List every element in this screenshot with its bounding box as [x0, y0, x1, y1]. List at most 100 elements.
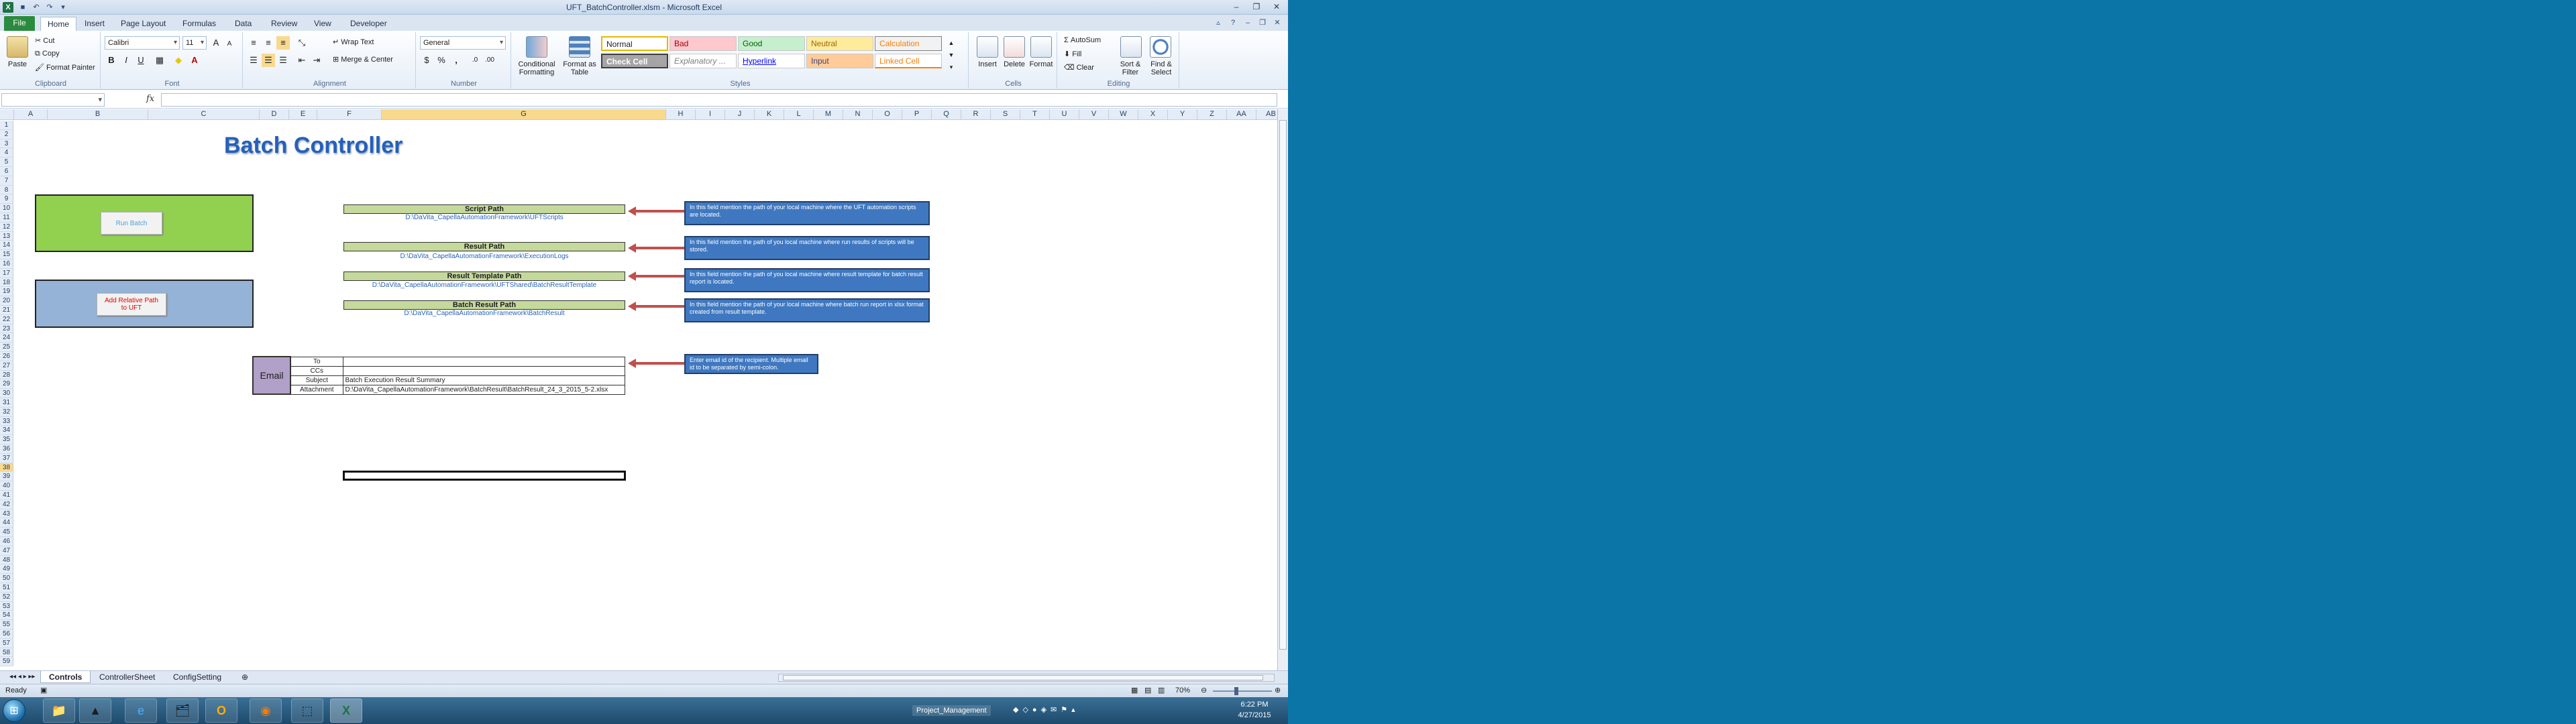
align-top-icon[interactable]: ≡	[247, 36, 260, 50]
excel-taskbar-icon[interactable]: X	[330, 699, 362, 723]
style-calculation[interactable]: Calculation	[875, 36, 942, 51]
tab-data[interactable]: Data	[228, 17, 258, 31]
row-header[interactable]: 42	[0, 499, 13, 509]
row-header[interactable]: 48	[0, 555, 13, 565]
column-header-w[interactable]: W	[1109, 109, 1138, 120]
row-header[interactable]: 50	[0, 574, 13, 583]
vertical-scroll-thumb[interactable]	[1279, 120, 1287, 650]
row-header[interactable]: 53	[0, 601, 13, 611]
email-subject-value[interactable]: Batch Execution Result Summary	[342, 375, 625, 385]
workbook-minimize-icon[interactable]: –	[1242, 17, 1253, 28]
conditional-formatting-icon[interactable]	[526, 36, 547, 58]
row-header[interactable]: 37	[0, 453, 13, 463]
macro-record-icon[interactable]: ▣	[40, 684, 47, 697]
row-header[interactable]: 35	[0, 435, 13, 444]
row-header[interactable]: 51	[0, 583, 13, 593]
paste-icon[interactable]	[7, 36, 28, 58]
format-as-table-button[interactable]: Format as Table	[559, 60, 600, 76]
folder-taskbar-icon[interactable]: 🗂	[166, 699, 199, 723]
close-icon[interactable]: ✕	[1269, 1, 1284, 12]
find-select-button[interactable]: Find & Select	[1146, 60, 1177, 76]
row-header[interactable]: 8	[0, 185, 13, 195]
copy-button[interactable]: ⧉ Copy	[35, 50, 60, 58]
tab-view[interactable]: View	[307, 17, 338, 31]
row-header[interactable]: 2	[0, 129, 13, 139]
row-header[interactable]: 3	[0, 139, 13, 149]
tab-page-layout[interactable]: Page Layout	[114, 17, 172, 31]
uft-taskbar-icon[interactable]: ⬚	[291, 699, 323, 723]
align-right-icon[interactable]: ☰	[276, 54, 290, 67]
row-header[interactable]: 33	[0, 416, 13, 426]
firefox-taskbar-icon[interactable]: ◉	[250, 699, 282, 723]
row-header[interactable]: 10	[0, 204, 13, 213]
style-linked-cell[interactable]: Linked Cell	[875, 54, 942, 68]
normal-view-icon[interactable]: ▦	[1131, 684, 1138, 697]
batch-result-path-value[interactable]: D:\DaVita_CapellaAutomationFramework\Bat…	[343, 310, 625, 318]
sheet-tab-controls[interactable]: Controls	[40, 671, 91, 683]
number-format-select[interactable]: General	[420, 36, 506, 50]
delete-cells-icon[interactable]	[1004, 36, 1025, 58]
row-header[interactable]: 34	[0, 426, 13, 436]
paste-button[interactable]: Paste	[5, 60, 30, 68]
row-header[interactable]: 28	[0, 370, 13, 380]
column-header-q[interactable]: Q	[932, 109, 961, 120]
decrease-decimal-icon[interactable]: .00	[483, 54, 496, 67]
merge-center-button[interactable]: ⊞ Merge & Center	[333, 55, 393, 64]
sheet-tab-controllersheet[interactable]: ControllerSheet	[91, 671, 163, 683]
font-color-icon[interactable]: A	[188, 54, 201, 67]
start-button-icon[interactable]: ⊞	[3, 699, 25, 722]
format-cells-button[interactable]: Format	[1028, 60, 1055, 68]
row-header[interactable]: 20	[0, 296, 13, 306]
zoom-out-icon[interactable]: ⊖	[1201, 684, 1207, 697]
style-bad[interactable]: Bad	[669, 36, 737, 51]
column-header-t[interactable]: T	[1020, 109, 1050, 120]
column-header-aa[interactable]: AA	[1227, 109, 1256, 120]
styles-scroll-down-icon[interactable]: ▼	[945, 48, 958, 62]
orientation-icon[interactable]: ⤡	[295, 36, 309, 50]
style-input[interactable]: Input	[806, 54, 873, 68]
zoom-level[interactable]: 70%	[1175, 684, 1190, 697]
tab-formulas[interactable]: Formulas	[176, 17, 223, 31]
tab-developer[interactable]: Developer	[343, 17, 394, 31]
row-header[interactable]: 39	[0, 472, 13, 482]
email-attachment-value[interactable]: D:\DaVita_CapellaAutomationFramework\Bat…	[342, 384, 625, 395]
borders-icon[interactable]: ▦	[153, 54, 166, 67]
style-neutral[interactable]: Neutral	[806, 36, 873, 51]
tab-file[interactable]: File	[4, 16, 35, 31]
style-normal[interactable]: Normal	[601, 36, 668, 51]
column-header-z[interactable]: Z	[1197, 109, 1227, 120]
drive-taskbar-icon[interactable]: ▲	[79, 699, 111, 723]
row-header[interactable]: 46	[0, 537, 13, 546]
column-header-i[interactable]: I	[696, 109, 725, 120]
row-header[interactable]: 38	[0, 463, 13, 473]
column-header-g[interactable]: G	[382, 109, 666, 120]
column-header-b[interactable]: B	[48, 109, 148, 120]
select-all-corner[interactable]	[0, 109, 14, 120]
tray-icons[interactable]: ◆◇●◈✉⚑▴	[1013, 705, 1079, 714]
column-header-s[interactable]: S	[991, 109, 1020, 120]
email-to-value[interactable]	[342, 356, 625, 367]
page-break-view-icon[interactable]: ▥	[1158, 684, 1165, 697]
style-hyperlink[interactable]: Hyperlink	[738, 54, 805, 68]
column-header-k[interactable]: K	[755, 109, 784, 120]
row-header[interactable]: 1	[0, 121, 13, 130]
sort-filter-button[interactable]: Sort & Filter	[1115, 60, 1146, 76]
clear-button[interactable]: ⌫ Clear	[1064, 63, 1094, 72]
selected-cell-range[interactable]	[343, 471, 626, 481]
increase-indent-icon[interactable]: ⇥	[310, 54, 323, 67]
row-header[interactable]: 44	[0, 518, 13, 528]
row-header[interactable]: 14	[0, 241, 13, 251]
comma-button[interactable]: ,	[449, 54, 463, 67]
row-header[interactable]: 47	[0, 546, 13, 556]
workbook-close-icon[interactable]: ✕	[1272, 17, 1283, 28]
insert-sheet-icon[interactable]: ⊕	[233, 671, 256, 683]
conditional-formatting-button[interactable]: Conditional Formatting	[514, 60, 559, 76]
workbook-restore-icon[interactable]: ❐	[1257, 17, 1268, 28]
column-header-d[interactable]: D	[260, 109, 289, 120]
email-cc-value[interactable]	[342, 365, 625, 376]
row-header[interactable]: 45	[0, 528, 13, 537]
currency-button[interactable]: $	[420, 54, 433, 67]
column-header-o[interactable]: O	[873, 109, 902, 120]
add-relative-path-button[interactable]: Add Relative Path to UFT	[97, 293, 166, 316]
insert-cells-button[interactable]: Insert	[974, 60, 1001, 68]
